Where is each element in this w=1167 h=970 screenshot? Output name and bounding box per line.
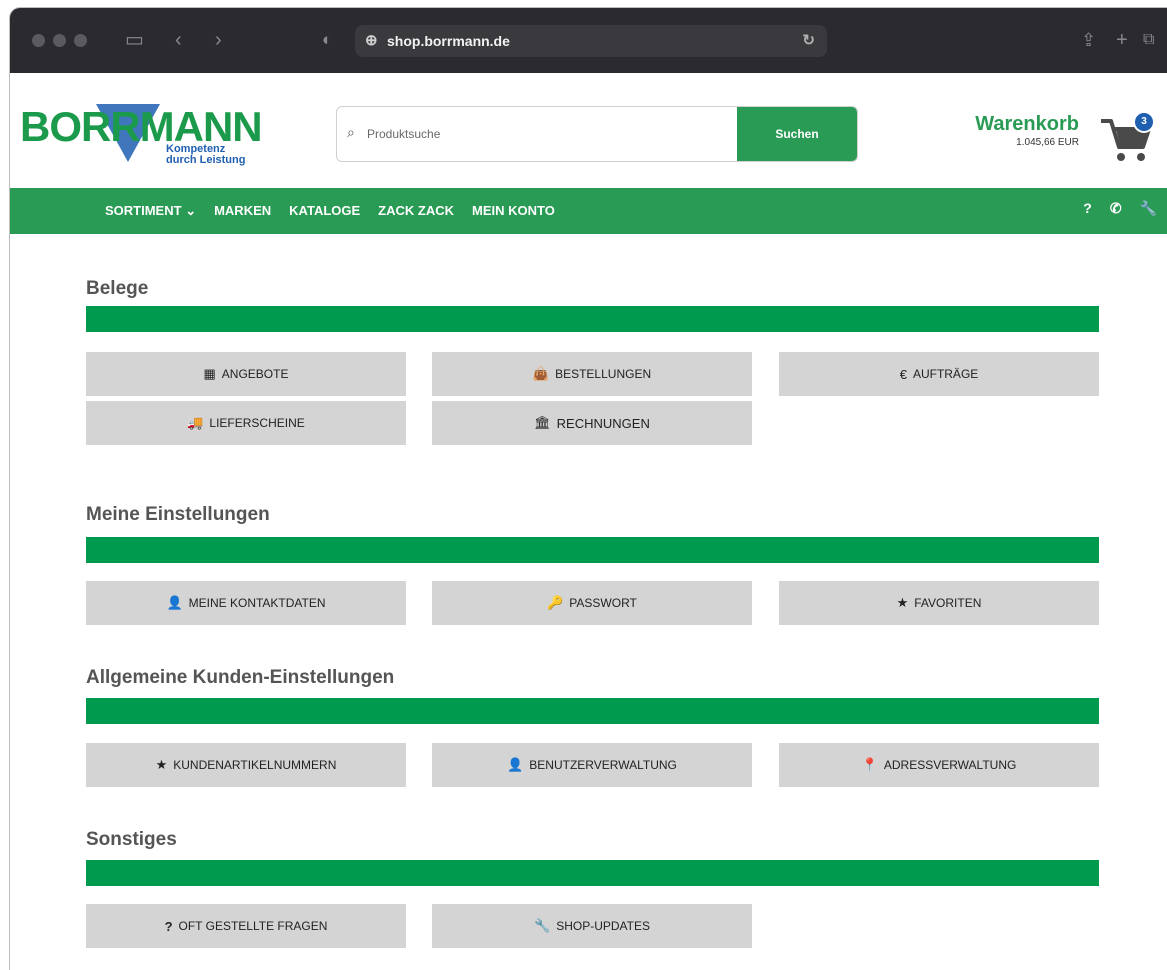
tile-label: MEINE KONTAKTDATEN xyxy=(188,596,326,610)
new-tab-icon[interactable]: + xyxy=(1116,28,1128,52)
tile-angebote[interactable]: ▦ ANGEBOTE xyxy=(86,352,406,396)
tile-label: SHOP-UPDATES xyxy=(556,919,650,933)
shopping-bag-icon: 👜 xyxy=(532,366,550,381)
star-icon: ★ xyxy=(155,757,168,772)
tile-oft-gestellte-fragen[interactable]: ? OFT GESTELLTE FRAGEN xyxy=(86,904,406,948)
logo-word: BORRMANN xyxy=(20,103,263,150)
search-button[interactable]: Suchen xyxy=(737,107,857,161)
tile-label: BENUTZERVERWALTUNG xyxy=(529,758,677,772)
sidebar-toggle-icon[interactable]: ▭ xyxy=(125,28,144,52)
main-navigation: SORTIMENT ⌄ MARKEN KATALOGE ZACK ZACK ME… xyxy=(10,188,1167,234)
nav-item-zack-zack[interactable]: ZACK ZACK xyxy=(378,203,454,219)
tile-label: ADRESSVERWALTUNG xyxy=(883,758,1017,772)
section-title-allgemeine-kunden-einstellungen: Allgemeine Kunden-Einstellungen xyxy=(86,667,395,688)
minimize-window-button[interactable] xyxy=(53,34,66,47)
wrench-icon[interactable]: 🔧 xyxy=(1140,200,1157,217)
tile-label: LIEFERSCHEINE xyxy=(209,416,305,430)
section-title-sonstiges: Sonstiges xyxy=(86,829,177,850)
close-window-button[interactable] xyxy=(32,34,45,47)
browser-window: ▭ ‹ › ◐ ⊕ shop.borrmann.de ↻ ⇪ + ⧉ BORRM… xyxy=(10,8,1167,970)
section-title-belege: Belege xyxy=(86,278,149,299)
window-controls xyxy=(32,34,87,47)
tile-label: FAVORITEN xyxy=(914,596,982,610)
product-search: ⌕ Suchen xyxy=(336,106,858,162)
section-divider-bar xyxy=(86,698,1099,724)
tile-auftraege[interactable]: € AUFTRÄGE xyxy=(779,352,1099,396)
browser-toolbar: ▭ ‹ › ◐ ⊕ shop.borrmann.de ↻ ⇪ + ⧉ xyxy=(10,8,1167,73)
tile-rechnungen[interactable]: 🏛 RECHNUNGEN xyxy=(432,401,752,445)
star-icon: ★ xyxy=(896,595,909,610)
nav-item-kataloge[interactable]: KATALOGE xyxy=(289,203,360,219)
key-icon: 🔑 xyxy=(547,595,564,610)
url-text: shop.borrmann.de xyxy=(387,33,510,49)
nav-item-marken[interactable]: MARKEN xyxy=(214,203,271,219)
cart-title: Warenkorb xyxy=(975,113,1079,135)
nav-item-sortiment[interactable]: SORTIMENT ⌄ xyxy=(105,203,196,219)
tile-meine-kontaktdaten[interactable]: 👤 MEINE KONTAKTDATEN xyxy=(86,581,406,625)
shopping-cart-icon[interactable]: 3 xyxy=(1099,111,1155,165)
cart-summary[interactable]: Warenkorb 1.045,66 EUR xyxy=(975,113,1079,148)
tile-label: ANGEBOTE xyxy=(221,367,289,381)
search-icon: ⌕ xyxy=(347,124,355,140)
chevron-down-icon: ⌄ xyxy=(185,203,197,218)
section-divider-bar xyxy=(86,860,1099,886)
cart-count-badge: 3 xyxy=(1133,111,1155,133)
logo-tagline: Kompetenz durch Leistung xyxy=(166,144,245,166)
tile-adressverwaltung[interactable]: 📍 ADRESSVERWALTUNG xyxy=(779,743,1099,787)
tile-bestellungen[interactable]: 👜 BESTELLUNGEN xyxy=(432,352,752,396)
bank-icon: 🏛 xyxy=(534,415,551,430)
map-marker-icon: 📍 xyxy=(861,757,878,772)
wrench-icon: 🔧 xyxy=(534,918,551,933)
tile-label: AUFTRÄGE xyxy=(912,367,979,381)
tile-kundenartikelnummern[interactable]: ★ KUNDENARTIKELNUMMERN xyxy=(86,743,406,787)
globe-icon: ⊕ xyxy=(365,32,378,49)
tile-label: OFT GESTELLTE FRAGEN xyxy=(178,919,328,933)
reload-icon[interactable]: ↻ xyxy=(802,31,815,49)
tile-label: BESTELLUNGEN xyxy=(555,367,652,381)
section-divider-bar xyxy=(86,537,1099,563)
tile-favoriten[interactable]: ★ FAVORITEN xyxy=(779,581,1099,625)
tab-overview-icon[interactable]: ⧉ xyxy=(1143,28,1154,52)
tile-shop-updates[interactable]: 🔧 SHOP-UPDATES xyxy=(432,904,752,948)
tile-lieferscheine[interactable]: 🚚 LIEFERSCHEINE xyxy=(86,401,406,445)
truck-icon: 🚚 xyxy=(187,415,204,430)
section-divider-bar xyxy=(86,306,1099,332)
tile-benutzerverwaltung[interactable]: 👤 BENUTZERVERWALTUNG xyxy=(432,743,752,787)
question-icon: ? xyxy=(164,918,173,934)
share-icon[interactable]: ⇪ xyxy=(1081,28,1096,52)
site-header: BORRMANN Kompetenz durch Leistung ⌕ Such… xyxy=(10,73,1167,188)
address-bar[interactable]: ⊕ shop.borrmann.de ↻ xyxy=(355,25,827,57)
tile-label: PASSWORT xyxy=(569,596,637,610)
cart-value: 1.045,66 EUR xyxy=(1016,137,1079,148)
nav-item-label: SORTIMENT xyxy=(105,203,182,218)
calculator-icon: ▦ xyxy=(203,366,216,381)
privacy-shield-icon[interactable]: ◐ xyxy=(322,28,332,52)
nav-item-mein-konto[interactable]: MEIN KONTO xyxy=(472,203,555,219)
borrmann-logo[interactable]: BORRMANN Kompetenz durch Leistung xyxy=(20,103,270,168)
help-icon[interactable]: ? xyxy=(1083,200,1092,217)
tile-passwort[interactable]: 🔑 PASSWORT xyxy=(432,581,752,625)
zoom-window-button[interactable] xyxy=(74,34,87,47)
user-icon: 👤 xyxy=(166,595,183,610)
euro-icon: € xyxy=(899,366,907,382)
user-icon: 👤 xyxy=(507,757,524,772)
tile-label: KUNDENARTIKELNUMMERN xyxy=(173,758,337,772)
logo-tagline-line2: durch Leistung xyxy=(166,154,246,166)
forward-icon[interactable]: › xyxy=(215,28,222,52)
back-icon[interactable]: ‹ xyxy=(175,28,182,52)
tile-label: RECHNUNGEN xyxy=(556,415,650,431)
section-title-meine-einstellungen: Meine Einstellungen xyxy=(86,504,270,525)
search-input[interactable] xyxy=(365,121,729,147)
phone-icon[interactable]: ✆ xyxy=(1110,200,1122,217)
